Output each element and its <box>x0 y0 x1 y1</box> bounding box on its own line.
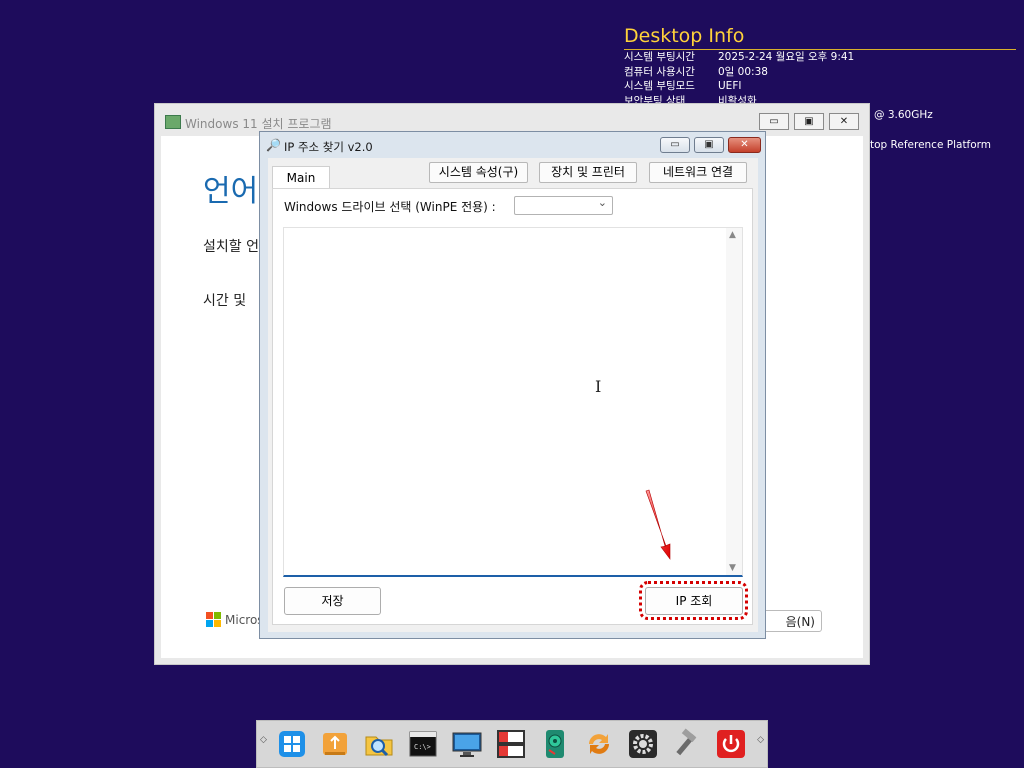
windows-start-icon[interactable] <box>276 728 308 760</box>
ip-dialog-title: IP 주소 찾기 v2.0 <box>284 140 373 154</box>
info-value: 2025-2-24 월요일 오후 9:41 <box>718 51 855 63</box>
network-connections-button[interactable]: 네트워크 연결 <box>649 162 747 183</box>
microsoft-logo: Micros <box>206 612 264 627</box>
devices-printers-button[interactable]: 장치 및 프린터 <box>539 162 637 183</box>
taskbar-scroll-right-icon[interactable]: ◇ <box>757 735 764 745</box>
ip-finder-dialog: 🔎 IP 주소 찾기 v2.0 ▭ ▣ ✕ Main 시스템 속성(구) 장치 … <box>259 131 766 639</box>
tab-main[interactable]: Main <box>272 166 330 188</box>
setup-heading: 언어 <box>203 174 259 209</box>
tools-icon[interactable] <box>671 728 703 760</box>
next-button[interactable]: 음(N) <box>758 610 822 632</box>
setup-maximize-button[interactable]: ▣ <box>794 113 824 130</box>
ip-minimize-button[interactable]: ▭ <box>660 137 690 153</box>
command-prompt-icon[interactable]: C:\> <box>407 728 439 760</box>
cpu-info-fragment: @ 3.60GHz <box>874 109 933 121</box>
setup-language-label: 설치할 언 <box>203 239 259 255</box>
ip-lookup-button[interactable]: IP 조회 <box>645 587 743 615</box>
ip-dialog-body: Main 시스템 속성(구) 장치 및 프린터 네트워크 연결 Windows … <box>268 158 758 632</box>
sync-icon[interactable] <box>583 728 615 760</box>
ip-app-icon: 🔎 <box>266 138 281 152</box>
scroll-down-icon[interactable]: ▼ <box>729 563 736 573</box>
taskbar: ◇ ◇ C:\> <box>256 720 768 768</box>
drive-select-label: Windows 드라이브 선택 (WinPE 전용) : <box>284 200 496 214</box>
setup-time-label: 시간 및 <box>203 293 247 309</box>
ip-dialog-title-bar[interactable]: 🔎 IP 주소 찾기 v2.0 ▭ ▣ ✕ <box>260 132 765 158</box>
settings-icon[interactable] <box>627 728 659 760</box>
info-value: 0일 00:38 <box>718 65 768 78</box>
save-button[interactable]: 저장 <box>284 587 381 615</box>
info-label: 시스템 부팅모드 <box>624 80 695 92</box>
setup-window-title: Windows 11 설치 프로그램 <box>185 117 332 131</box>
setup-close-button[interactable]: ✕ <box>829 113 859 130</box>
chevron-down-icon: ⌄ <box>597 196 607 209</box>
power-icon[interactable] <box>715 728 747 760</box>
microsoft-logo-text: Micros <box>225 612 264 627</box>
disk-manager-icon[interactable] <box>495 728 527 760</box>
info-label: 컴퓨터 사용시간 <box>624 65 695 78</box>
info-row-uptime: 컴퓨터 사용시간 0일 00:38 <box>624 65 1016 80</box>
ip-maximize-button[interactable]: ▣ <box>694 137 724 153</box>
info-row-boot-time: 시스템 부팅시간 2025-2-24 월요일 오후 9:41 <box>624 50 1016 65</box>
system-properties-button[interactable]: 시스템 속성(구) <box>429 162 528 183</box>
scroll-up-icon[interactable]: ▲ <box>729 230 736 240</box>
setup-minimize-button[interactable]: ▭ <box>759 113 789 130</box>
hard-disk-icon[interactable] <box>539 728 571 760</box>
taskbar-scroll-left-icon[interactable]: ◇ <box>260 735 267 745</box>
desktop-info-panel: Desktop Info 시스템 부팅시간 2025-2-24 월요일 오후 9… <box>624 24 1016 108</box>
setup-app-icon <box>165 115 181 129</box>
microsoft-logo-icon <box>206 612 221 627</box>
info-value: UEFI <box>718 80 742 92</box>
drive-select-dropdown[interactable]: ⌄ <box>514 196 613 215</box>
usb-icon[interactable] <box>319 728 351 760</box>
main-tab-panel: Windows 드라이브 선택 (WinPE 전용) : ⌄ ▲ ▼ I 저장 … <box>272 188 753 625</box>
svg-text:C:\>: C:\> <box>414 743 431 751</box>
output-scrollbar[interactable]: ▲ ▼ <box>726 228 742 575</box>
red-arrow-annotation <box>645 489 671 560</box>
monitor-icon[interactable] <box>451 728 483 760</box>
search-folder-icon[interactable] <box>363 728 395 760</box>
ip-close-button[interactable]: ✕ <box>728 137 761 153</box>
info-label: 시스템 부팅시간 <box>624 51 695 63</box>
desktop-info-title: Desktop Info <box>624 24 1016 50</box>
text-cursor-icon: I <box>595 377 602 396</box>
info-row-boot-mode: 시스템 부팅모드 UEFI <box>624 79 1016 94</box>
platform-info-fragment: top Reference Platform <box>870 139 992 151</box>
